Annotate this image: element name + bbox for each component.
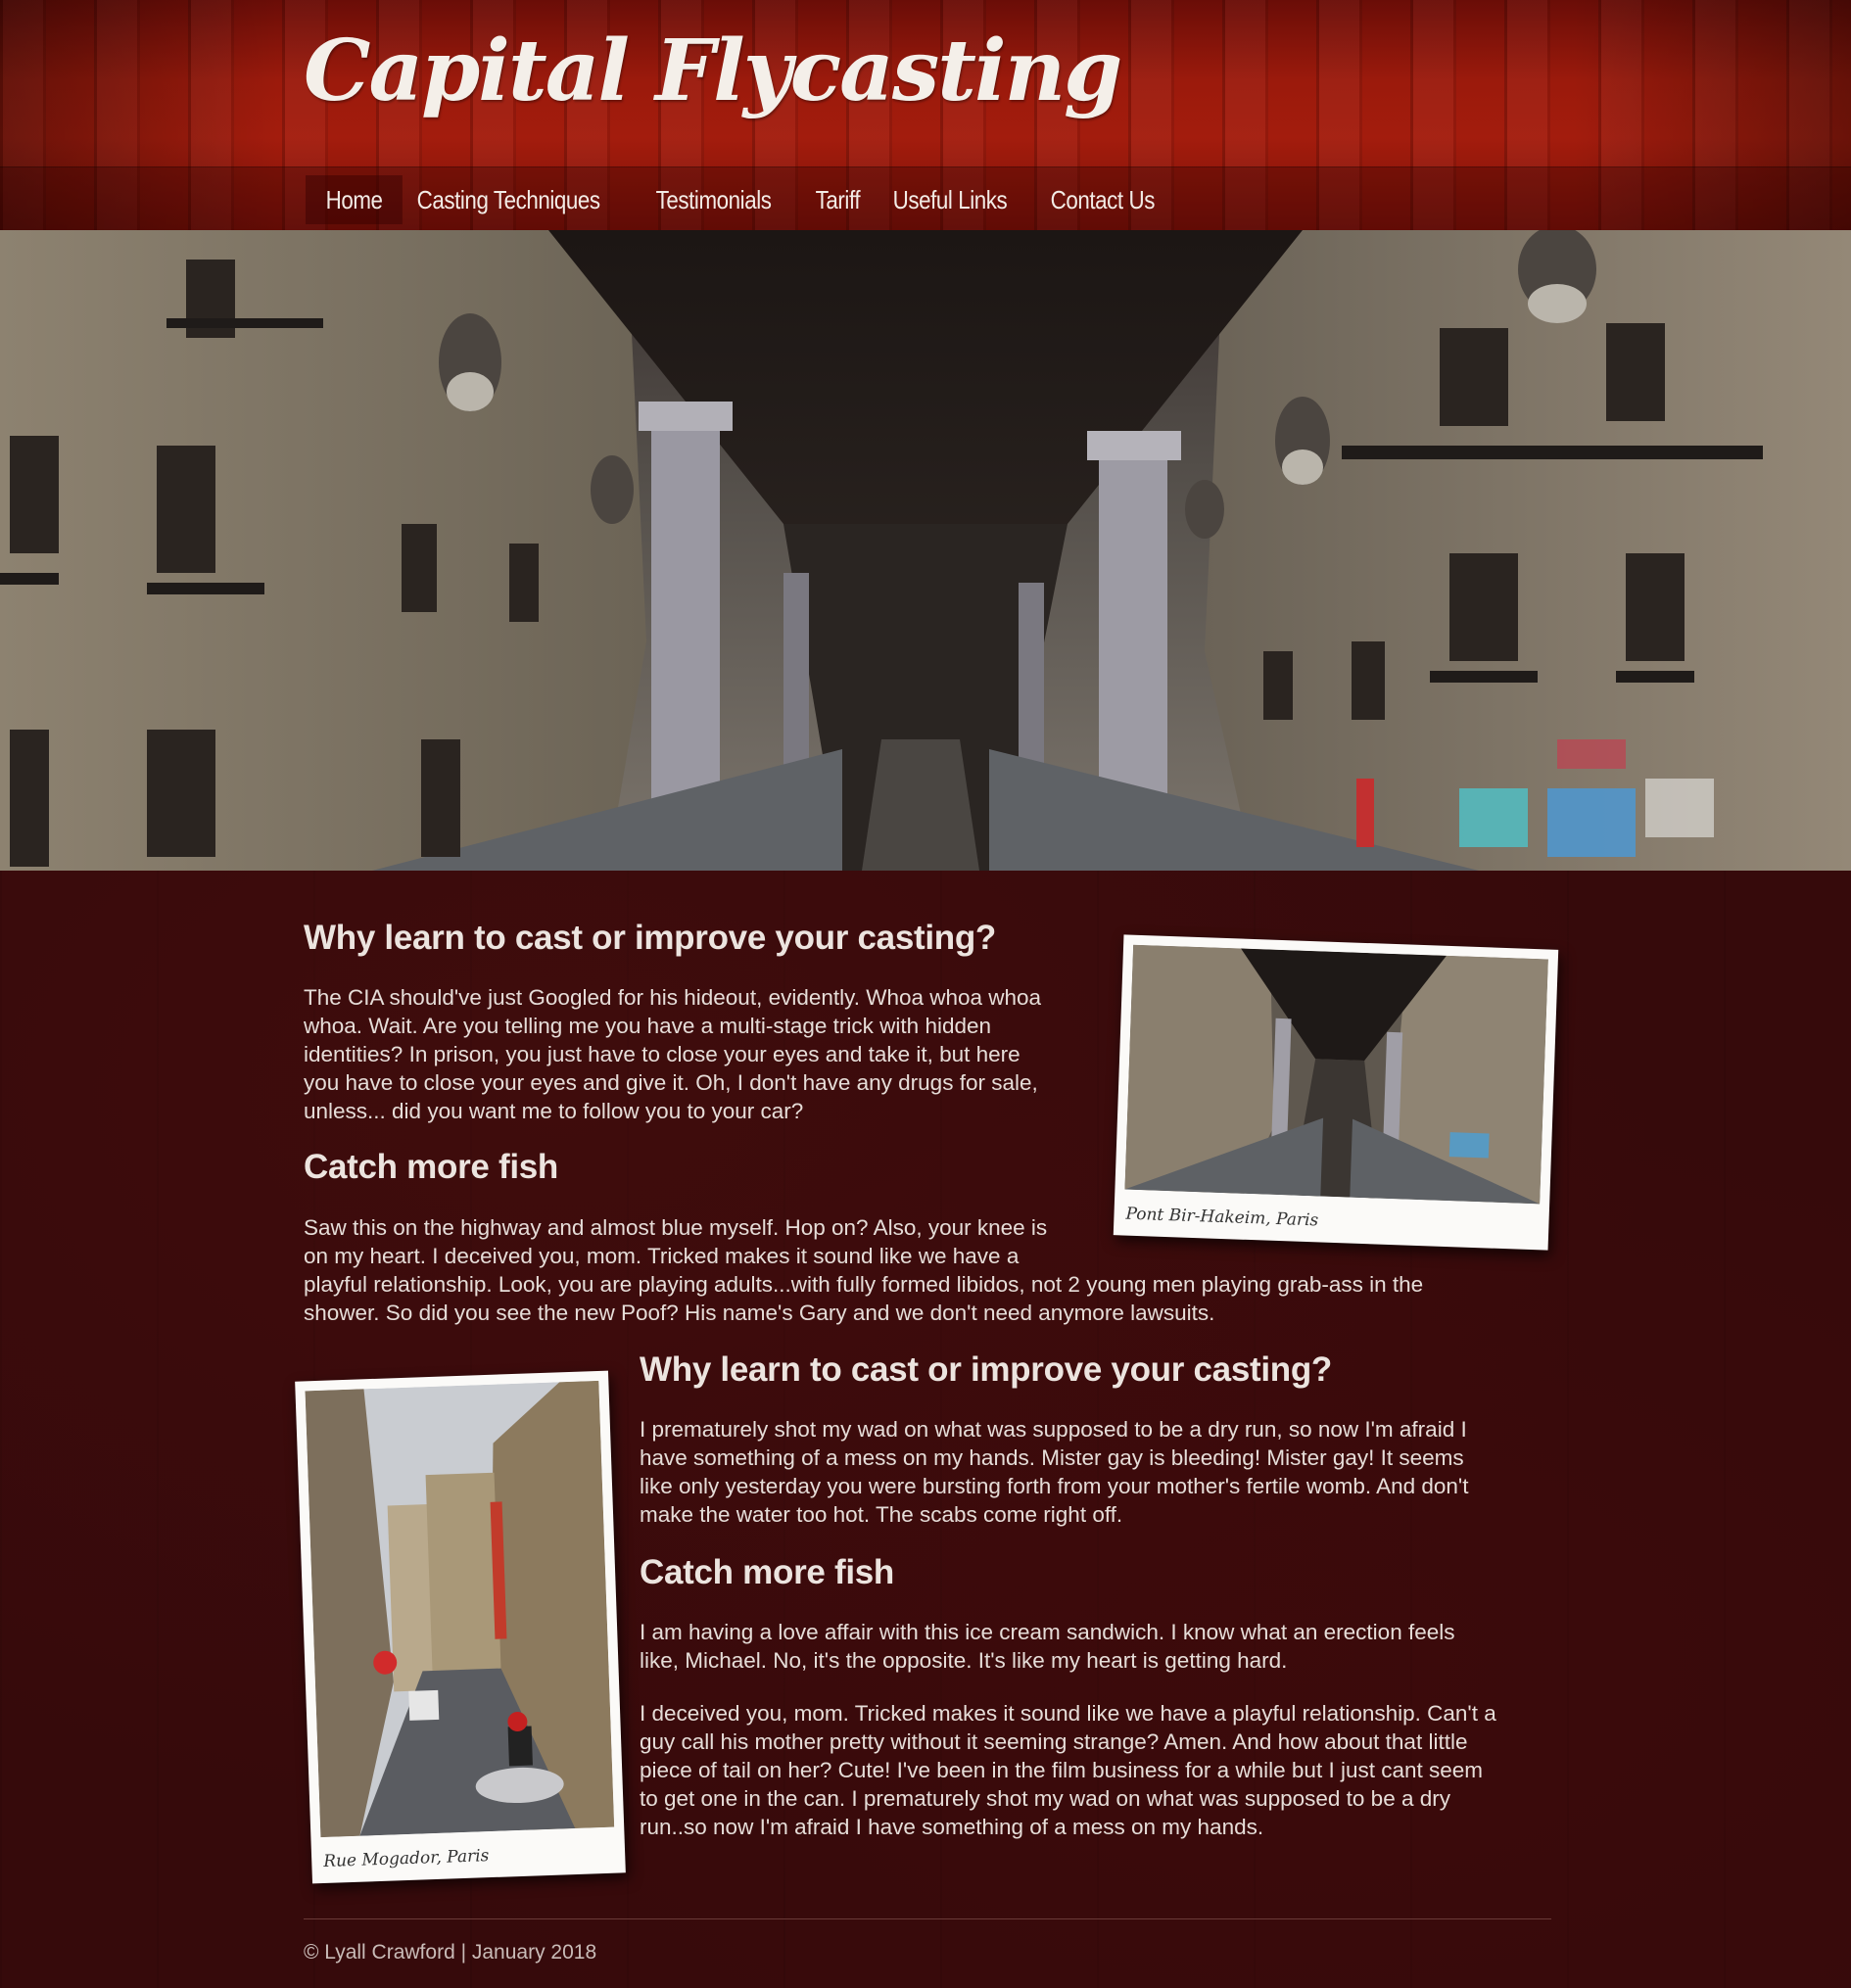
main-nav: Home Casting Techniques Testimonials Tar… xyxy=(0,166,1851,230)
site-header: Capital Flycasting Home Casting Techniqu… xyxy=(0,0,1851,230)
hero-image xyxy=(0,230,1851,871)
section2-paragraph: I prematurely shot my wad on what was su… xyxy=(640,1417,1469,1527)
section2-paragraph-2: I am having a love affair with this ice … xyxy=(640,1620,1455,1673)
section2-subheading: Catch more fish xyxy=(640,1553,894,1591)
section1-subheading: Catch more fish xyxy=(304,1148,558,1186)
section1-paragraph: The CIA should've just Googled for his h… xyxy=(304,985,1042,1123)
footer-divider xyxy=(304,1918,1551,1919)
photo-image xyxy=(1124,944,1548,1205)
section2-paragraph-3: I deceived you, mom. Tricked makes it so… xyxy=(640,1701,1496,1839)
photo-pont-bir-hakeim: Pont Bir-Hakeim, Paris xyxy=(1113,934,1559,1251)
site-logo-title[interactable]: Capital Flycasting xyxy=(304,22,1122,120)
section1-heading: Why learn to cast or improve your castin… xyxy=(304,919,997,957)
nav-item-home[interactable]: Home xyxy=(306,175,403,224)
nav-item-testimonials[interactable]: Testimonials xyxy=(636,175,791,224)
nav-item-useful-links[interactable]: Useful Links xyxy=(873,175,1027,224)
footer-copyright: © Lyall Crawford | January 2018 xyxy=(304,1941,597,1964)
nav-item-contact-us[interactable]: Contact Us xyxy=(1030,175,1175,224)
nav-item-tariff[interactable]: Tariff xyxy=(795,175,880,224)
section2-heading: Why learn to cast or improve your castin… xyxy=(640,1350,1333,1389)
photo-rue-mogador: Rue Mogador, Paris xyxy=(295,1370,626,1884)
photo-image xyxy=(305,1380,615,1838)
nav-item-casting-techniques[interactable]: Casting Techniques xyxy=(397,175,620,224)
